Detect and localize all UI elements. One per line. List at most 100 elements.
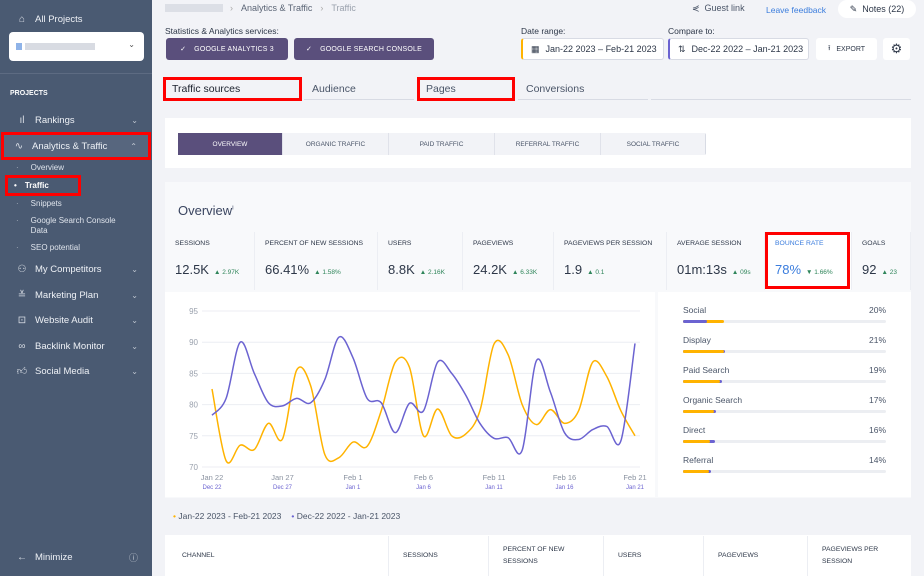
date-range-picker[interactable]: ▦ Jan-22 2023 – Feb-21 2023	[521, 38, 664, 60]
tab-conversions[interactable]: Conversions	[518, 78, 648, 100]
sidebar-item-rankings[interactable]: ıl Rankings ⌄	[6, 108, 150, 132]
subitem-seo-potential[interactable]: · SEO potential	[16, 243, 80, 253]
col-users[interactable]: USERS	[604, 536, 704, 576]
sidebar-item-website-audit[interactable]: ⊡ Website Audit ⌄	[6, 308, 150, 332]
metric-delta: ▲ 09s	[731, 269, 751, 276]
metric-value: 92 ▲ 23	[862, 262, 897, 277]
legend-previous[interactable]: • Dec-22 2022 - Jan-21 2023	[291, 511, 400, 521]
google-search-console-button[interactable]: ✓ GOOGLE SEARCH CONSOLE	[294, 38, 434, 60]
sidebar: ⌂ All Projects ⌄ PROJECTS ıl Rankings ⌄ ∿ An…	[0, 0, 152, 576]
source-row: Paid Search 19%	[683, 365, 886, 395]
segment-referral-traffic[interactable]: REFERRAL TRAFFIC	[495, 133, 601, 155]
tab-pages[interactable]: Pages	[417, 77, 515, 101]
metric-label: PAGEVIEWS PER SESSION	[564, 240, 653, 247]
metric-label: USERS	[388, 240, 412, 247]
x-tick-label: Feb 21	[623, 473, 646, 482]
tab-traffic-sources[interactable]: Traffic sources	[163, 77, 302, 101]
col-pageviews[interactable]: PAGEVIEWS	[704, 536, 808, 576]
col-percent-new-sessions[interactable]: PERCENT OF NEW SESSIONS	[489, 536, 604, 576]
notes-button[interactable]: ✎ Notes (22)	[838, 0, 916, 18]
x-tick-compare-label: Jan 6	[416, 485, 431, 491]
upload-icon: ⭱	[827, 44, 831, 52]
source-row: Social 20%	[683, 305, 886, 335]
metric-value: 1.9 ▲ 0.1	[564, 262, 605, 277]
col-pageviews-per-session[interactable]: PAGEVIEWS PER SESSION	[808, 536, 911, 576]
breadcrumb: › Analytics & Traffic › Traffic	[230, 3, 356, 13]
project-name-blurred	[25, 43, 95, 50]
x-tick-compare-label: Jan 16	[555, 485, 574, 491]
settings-button[interactable]: ⚙	[883, 38, 910, 60]
source-progress	[683, 320, 886, 323]
metric-goals[interactable]: GOALS 92 ▲ 23	[852, 232, 911, 290]
metric-label: PERCENT OF NEW SESSIONS	[265, 240, 364, 247]
col-sessions[interactable]: SESSIONS	[389, 536, 489, 576]
metric-delta: ▲ 1.58%	[314, 269, 341, 276]
bounce-rate-highlight	[765, 232, 850, 289]
chevron-down-icon: ⌄	[131, 341, 138, 351]
segment-overview[interactable]: OVERVIEW	[178, 133, 283, 155]
sidebar-item-marketing-plan[interactable]: ≚ Marketing Plan ⌄	[6, 283, 150, 307]
help-icon[interactable]: ⓘ	[129, 551, 138, 564]
tab-underline	[651, 99, 911, 100]
metric-value: 8.8K ▲ 2.16K	[388, 262, 445, 277]
subitem-traffic[interactable]: • Traffic	[5, 175, 81, 196]
source-percent: 17%	[868, 395, 886, 405]
segment-organic-traffic[interactable]: ORGANIC TRAFFIC	[283, 133, 389, 155]
x-tick-label: Feb 1	[343, 473, 362, 482]
metric-percent-of-new-sessions[interactable]: PERCENT OF NEW SESSIONS 66.41% ▲ 1.58%	[255, 232, 378, 290]
previous-bar	[683, 320, 708, 323]
bar-chart-icon: ıl	[19, 114, 25, 126]
google-analytics-button[interactable]: ✓ GOOGLE ANALYTICS 3	[166, 38, 288, 60]
metric-delta: ▲ 0.1	[587, 269, 605, 276]
leave-feedback-link[interactable]: Leave feedback	[766, 5, 826, 15]
sidebar-item-analytics-traffic[interactable]: ∿ Analytics & Traffic ⌃	[1, 132, 151, 160]
subitem-overview[interactable]: · Overview	[16, 163, 64, 173]
metric-pageviews[interactable]: PAGEVIEWS 24.2K ▲ 6.33K	[463, 232, 554, 290]
x-tick-compare-label: Jan 11	[485, 485, 503, 491]
export-button[interactable]: ⭱ EXPORT	[816, 38, 877, 60]
source-name: Referral	[683, 455, 714, 465]
source-percent: 14%	[868, 455, 886, 465]
legend-current[interactable]: • Jan-22 2023 - Feb-21 2023	[173, 511, 281, 521]
info-icon[interactable]: i	[232, 206, 233, 212]
metric-value: 66.41% ▲ 1.58%	[265, 262, 341, 277]
sidebar-item-social-media[interactable]: 👍︎ Social Media ⌄	[6, 359, 150, 383]
current-bar	[683, 470, 710, 473]
compare-range-picker[interactable]: ⇅ Dec-22 2022 – Jan-21 2023	[668, 38, 809, 60]
breadcrumb-project-blurred	[165, 4, 223, 12]
edit-icon: ✎	[849, 3, 858, 14]
x-tick-compare-label: Jan 1	[346, 485, 361, 491]
segment-social-traffic[interactable]: SOCIAL TRAFFIC	[601, 133, 705, 155]
all-projects-link[interactable]: ⌂ All Projects	[6, 7, 150, 31]
metric-pageviews-per-session[interactable]: PAGEVIEWS PER SESSION 1.9 ▲ 0.1	[554, 232, 667, 290]
subitem-gsc-data[interactable]: · Google Search Console Data	[16, 216, 116, 236]
metric-users[interactable]: USERS 8.8K ▲ 2.16K	[378, 232, 463, 290]
source-progress	[683, 410, 886, 413]
segment-paid-traffic[interactable]: PAID TRAFFIC	[389, 133, 495, 155]
share-icon: ⋞	[692, 3, 700, 13]
subitem-snippets[interactable]: · Snippets	[16, 199, 62, 209]
breadcrumb-traffic: Traffic	[331, 3, 356, 13]
breadcrumb-analytics[interactable]: Analytics & Traffic	[241, 3, 312, 13]
source-progress	[683, 380, 886, 383]
project-selector[interactable]: ⌄	[9, 32, 144, 61]
tab-audience[interactable]: Audience	[304, 78, 414, 100]
guest-link-button[interactable]: ⋞ Guest link	[692, 3, 745, 14]
minimize-button[interactable]: ← Minimize ⓘ	[6, 545, 150, 569]
chevron-down-icon: ⌄	[131, 290, 138, 300]
col-channel[interactable]: CHANNEL	[168, 536, 389, 576]
date-range-label: Date range:	[521, 26, 566, 36]
metric-average-session[interactable]: AVERAGE SESSION 01m:13s ▲ 09s	[667, 232, 765, 290]
sidebar-item-backlink-monitor[interactable]: ∞ Backlink Monitor ⌄	[6, 334, 150, 358]
check-icon: ✓	[306, 46, 313, 53]
sidebar-item-my-competitors[interactable]: ⚇ My Competitors ⌄	[6, 257, 150, 281]
source-row: Display 21%	[683, 335, 886, 365]
users-icon: ⚇	[17, 263, 27, 275]
source-name: Social	[683, 305, 707, 315]
metric-sessions[interactable]: SESSIONS 12.5K ▲ 2.97K	[165, 232, 255, 290]
source-name: Direct	[683, 425, 706, 435]
chart-panel: 70 75 80 85 90 95 Jan 22 Dec 22 Jan 27 Dec 27 Feb …	[165, 292, 655, 497]
swap-icon: ⇅	[678, 43, 686, 54]
overview-title: Overviewi	[178, 203, 234, 218]
services-label: Statistics & Analytics services:	[165, 26, 279, 36]
